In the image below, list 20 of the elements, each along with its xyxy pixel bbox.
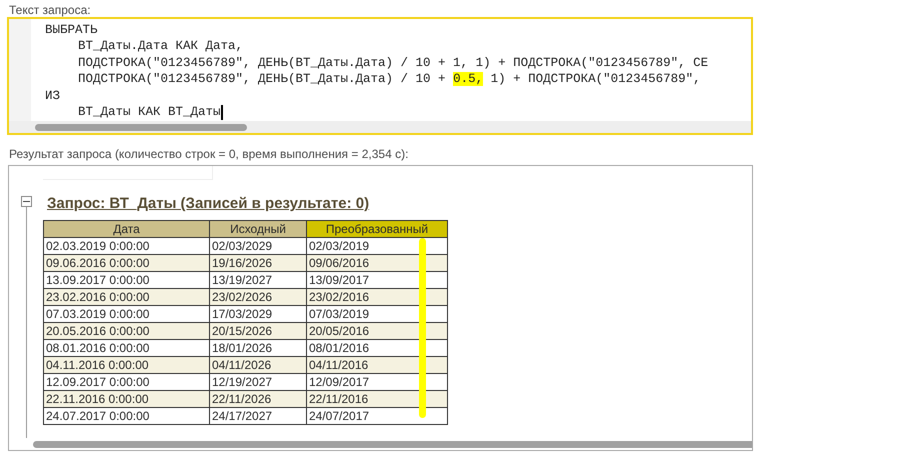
column-header[interactable]: Дата	[44, 220, 210, 238]
table-cell: 24.07.2017 0:00:00	[44, 408, 210, 424]
query-label: Текст запроса:	[9, 3, 91, 17]
code-line: ПОДСТРОКА("0123456789", ДЕНЬ(ВТ_Даты.Дата) / 10 + 1, 1) + ПОДСТРОКА("0123456789", СЕ	[78, 54, 708, 72]
code-line: ПОДСТРОКА("0123456789", ДЕНЬ(ВТ_Даты.Дата) / 10 + 0.5, 1) + ПОДСТРОКА("0123456789",	[78, 71, 701, 88]
query-editor[interactable]	[7, 17, 753, 135]
code-keyword: ИЗ	[45, 88, 60, 104]
table-cell: 24/17/2027	[210, 408, 306, 424]
collapse-toggle[interactable]	[20, 196, 32, 207]
result-title: Запрос: ВТ_Даты (Записей в результате: 0)	[47, 195, 370, 212]
horizontal-scrollbar[interactable]	[9, 121, 751, 133]
column-header[interactable]: Исходный	[210, 220, 306, 238]
code-keyword: ВЫБРАТЬ	[45, 22, 98, 38]
code-line: ВТ_Даты.Дата КАК Дата,	[78, 38, 244, 55]
column-header[interactable]: Преобразованный	[306, 220, 448, 238]
result-label: Результат запроса (количество строк = 0, время выполнения = 2,354 с):	[9, 147, 408, 161]
scrollbar-thumb[interactable]	[33, 440, 752, 448]
text-cursor	[220, 104, 223, 120]
scrollbar-thumb[interactable]	[35, 124, 247, 130]
code-line: ВТ_Даты КАК ВТ_Даты	[78, 104, 221, 120]
